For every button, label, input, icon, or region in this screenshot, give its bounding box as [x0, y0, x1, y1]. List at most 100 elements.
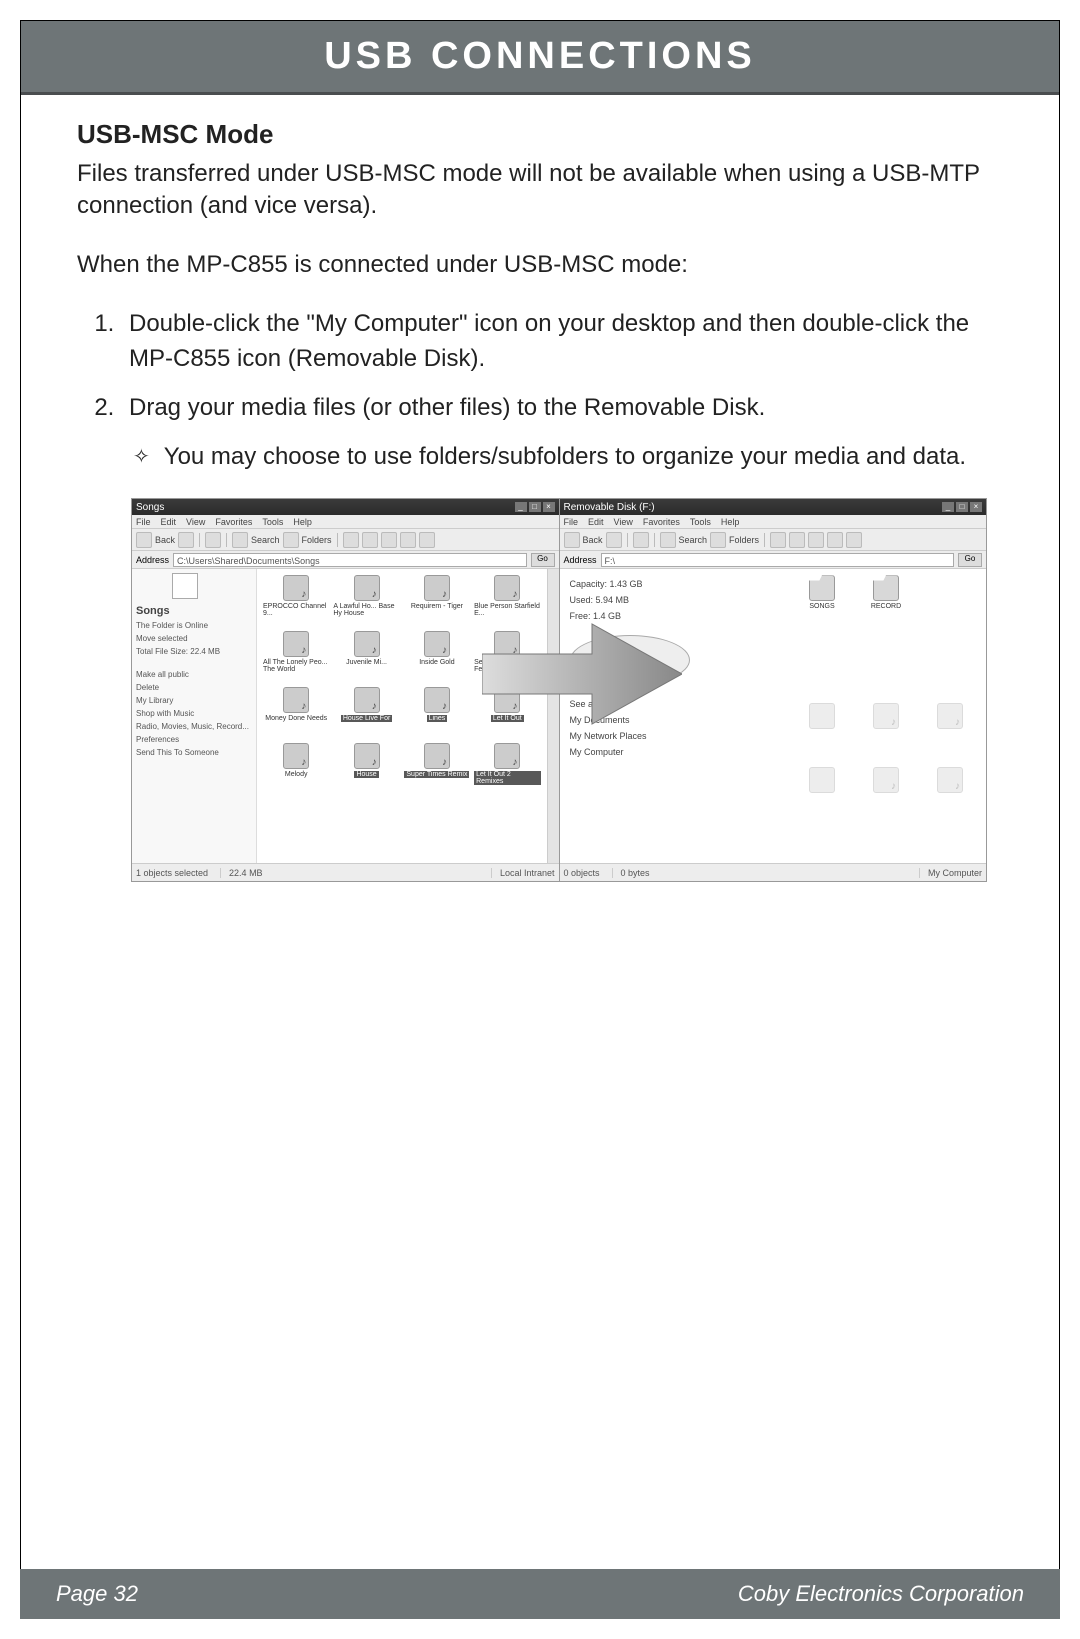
tool-button[interactable] — [362, 532, 378, 548]
folders-button[interactable] — [283, 532, 299, 548]
menu-view[interactable]: View — [186, 517, 205, 527]
tool-button[interactable] — [846, 532, 862, 548]
sub-bullet: ✧ You may choose to use folders/subfolde… — [133, 440, 1003, 475]
file-item[interactable] — [856, 767, 916, 827]
tool-button[interactable] — [789, 532, 805, 548]
file-item[interactable] — [856, 703, 916, 763]
file-item[interactable]: Juvenile Mi... — [333, 631, 399, 683]
file-item[interactable] — [920, 703, 980, 763]
file-item[interactable]: Money Done Needs — [263, 687, 329, 739]
maximize-icon[interactable]: □ — [956, 502, 968, 512]
views-button[interactable] — [343, 532, 359, 548]
music-icon — [424, 687, 450, 713]
back-button[interactable] — [136, 532, 152, 548]
file-item[interactable]: All The Lonely Peo... The World — [263, 631, 329, 683]
music-icon — [283, 743, 309, 769]
file-item-selected[interactable]: Lines — [404, 687, 470, 739]
folders-button[interactable] — [710, 532, 726, 548]
file-item[interactable]: EPROCCO Channel 9... — [263, 575, 329, 627]
close-icon[interactable]: × — [970, 502, 982, 512]
right-window-title: Removable Disk (F:) — [564, 502, 655, 513]
address-label: Address — [136, 555, 169, 565]
search-button[interactable] — [232, 532, 248, 548]
file-item[interactable] — [792, 767, 852, 827]
file-item[interactable]: Inside Gold — [404, 631, 470, 683]
doc-icon — [172, 573, 198, 599]
lead-paragraph: When the MP-C855 is connected under USB-… — [77, 249, 1003, 281]
up-button[interactable] — [205, 532, 221, 548]
file-item-selected[interactable]: Let It Out 2 Remixes — [474, 743, 540, 795]
left-menubar: File Edit View Favorites Tools Help — [132, 515, 559, 529]
header-title: USB CONNECTIONS — [324, 35, 756, 77]
go-button[interactable]: Go — [531, 553, 555, 567]
page-number: Page 32 — [56, 1581, 138, 1607]
file-item-selected[interactable]: Super Times Remix — [404, 743, 470, 795]
file-item[interactable] — [792, 703, 852, 763]
file-item[interactable]: Seas of Blue... Feeds — [474, 631, 540, 683]
tool-button[interactable] — [381, 532, 397, 548]
address-input[interactable]: F:\ — [601, 553, 954, 567]
menu-edit[interactable]: Edit — [588, 517, 604, 527]
forward-button[interactable] — [178, 532, 194, 548]
tool-button[interactable] — [400, 532, 416, 548]
menu-favorites[interactable]: Favorites — [643, 517, 680, 527]
right-addressbar: Address F:\ Go — [560, 551, 987, 569]
minimize-icon[interactable]: _ — [515, 502, 527, 512]
page-footer: Page 32 Coby Electronics Corporation — [20, 1569, 1060, 1619]
go-button[interactable]: Go — [958, 553, 982, 567]
left-window: Songs _ □ × File Edit View Favorites Too… — [132, 499, 559, 881]
step-1: Double-click the "My Computer" icon on y… — [121, 307, 1003, 377]
music-icon — [494, 631, 520, 657]
file-item[interactable]: Blue Person Starfield E... — [474, 575, 540, 627]
step-2: Drag your media files (or other files) t… — [121, 391, 1003, 475]
window-controls: _ □ × — [942, 502, 982, 512]
menu-view[interactable]: View — [614, 517, 633, 527]
right-titlebar: Removable Disk (F:) _ □ × — [560, 499, 987, 515]
menu-help[interactable]: Help — [721, 517, 740, 527]
search-button[interactable] — [660, 532, 676, 548]
menu-favorites[interactable]: Favorites — [215, 517, 252, 527]
music-icon — [283, 687, 309, 713]
file-item[interactable]: Requirem - Tiger — [404, 575, 470, 627]
tool-button[interactable] — [808, 532, 824, 548]
tool-button[interactable] — [827, 532, 843, 548]
diamond-icon: ✧ — [133, 440, 150, 474]
tool-button[interactable] — [419, 532, 435, 548]
folder-item[interactable]: RECORD — [856, 575, 916, 635]
menu-edit[interactable]: Edit — [161, 517, 177, 527]
music-icon — [494, 575, 520, 601]
left-filegrid: EPROCCO Channel 9... A Lawful Ho... Base… — [257, 569, 547, 863]
minimize-icon[interactable]: _ — [942, 502, 954, 512]
drive-info-panel: Capacity: 1.43 GB Used: 5.94 MB Free: 1.… — [560, 569, 787, 863]
maximize-icon[interactable]: □ — [529, 502, 541, 512]
page-header: USB CONNECTIONS — [21, 21, 1059, 95]
forward-button[interactable] — [606, 532, 622, 548]
address-input[interactable]: C:\Users\Shared\Documents\Songs — [173, 553, 526, 567]
figure-wrap: Songs _ □ × File Edit View Favorites Too… — [131, 498, 1003, 882]
sub-bullet-text: You may choose to use folders/subfolders… — [164, 440, 1003, 475]
music-icon — [354, 743, 380, 769]
file-item-selected[interactable]: House — [333, 743, 399, 795]
up-button[interactable] — [633, 532, 649, 548]
right-statusbar: 0 objects 0 bytes My Computer — [560, 863, 987, 881]
menu-file[interactable]: File — [136, 517, 151, 527]
scrollbar[interactable] — [547, 569, 559, 863]
file-item[interactable] — [920, 767, 980, 827]
file-item[interactable]: A Lawful Ho... Base Hy House — [333, 575, 399, 627]
file-item-selected[interactable]: House Live For — [333, 687, 399, 739]
close-icon[interactable]: × — [543, 502, 555, 512]
page-border: USB CONNECTIONS USB-MSC Mode Files trans… — [20, 20, 1060, 1619]
menu-tools[interactable]: Tools — [262, 517, 283, 527]
menu-tools[interactable]: Tools — [690, 517, 711, 527]
music-icon — [424, 575, 450, 601]
folder-item[interactable]: SONGS — [792, 575, 852, 635]
file-item-selected[interactable]: Let It Out — [474, 687, 540, 739]
menu-help[interactable]: Help — [293, 517, 312, 527]
menu-file[interactable]: File — [564, 517, 579, 527]
file-item[interactable]: Melody — [263, 743, 329, 795]
left-toolbar: Back Search Folders — [132, 529, 559, 551]
views-button[interactable] — [770, 532, 786, 548]
right-filegrid: SONGS RECORD — [786, 569, 986, 863]
folder-icon — [873, 575, 899, 601]
back-button[interactable] — [564, 532, 580, 548]
